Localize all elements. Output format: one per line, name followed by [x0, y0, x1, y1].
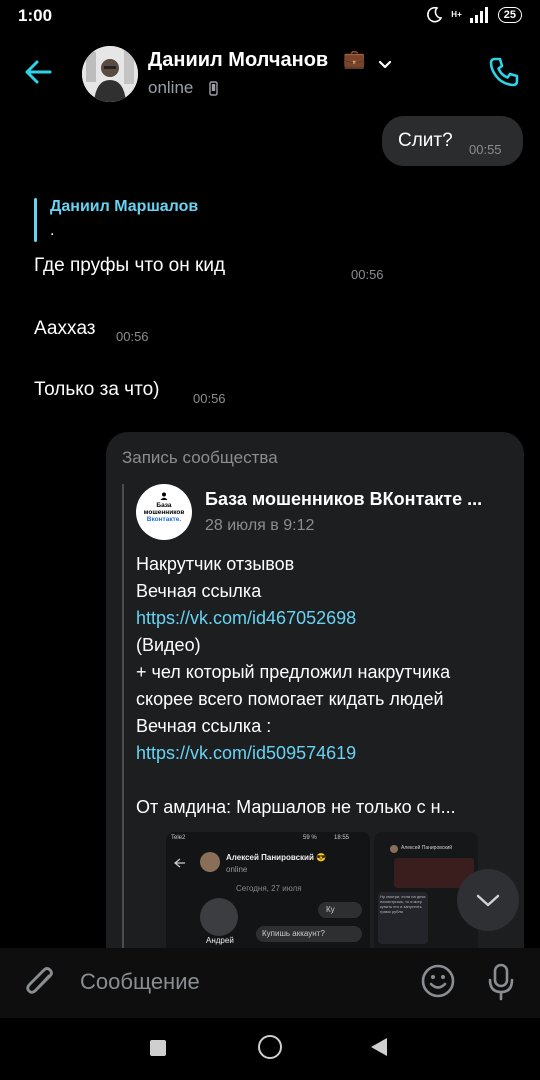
post-text-line: скорее всего помогает кидать людей	[136, 689, 444, 709]
shot-sender-name: Андрей	[206, 936, 234, 945]
reply-author[interactable]: Даниил Маршалов	[50, 198, 198, 216]
avatar[interactable]	[82, 46, 138, 102]
post-text-line: (Видео)	[136, 635, 201, 655]
outgoing-message-time: 00:55	[469, 142, 502, 157]
shot-sender-avatar	[200, 898, 238, 936]
outgoing-message-text: Слит?	[398, 130, 453, 151]
briefcase-emoji: 💼	[343, 49, 366, 69]
emoji-icon[interactable]	[420, 963, 456, 999]
incoming-message-text[interactable]: Аахxаз	[34, 318, 96, 340]
group-name[interactable]: База мошенников ВКонтакте ...	[205, 489, 482, 510]
shot-message: Ну смотри, если на днях посмотришь, то я…	[380, 894, 426, 914]
status-time: 1:00	[18, 6, 53, 25]
incoming-message-text[interactable]: Где пруфы что он кид	[34, 255, 225, 277]
back-triangle-icon[interactable]	[371, 1038, 387, 1056]
post-link[interactable]: https://vk.com/id467052698	[136, 608, 356, 629]
group-avatar-text: мошенников	[143, 509, 185, 516]
attached-screenshot[interactable]: Tele2 59 % 18:55 Алексей Панировский 😎 o…	[166, 832, 370, 962]
battery-level: 25	[497, 7, 522, 23]
post-link[interactable]: https://vk.com/id509574619	[136, 743, 356, 764]
post-text-line: От амдина: Маршалов не только с н...	[136, 797, 456, 817]
shot-contact-status: online	[226, 865, 248, 874]
shot-bubble	[318, 902, 362, 918]
shot-avatar	[390, 845, 398, 853]
post-text-line: Накрутчик отзывов	[136, 554, 295, 574]
shot-contact-name: Алексей Панировский	[401, 845, 453, 851]
status-bar: 1:00 H+ 25	[0, 0, 540, 34]
shot-avatar	[200, 852, 220, 872]
shot-battery: 59 %	[303, 835, 317, 841]
shot-carrier: Tele2	[171, 835, 186, 841]
post-text-line: + чел который предложил накрутчика	[136, 662, 451, 682]
chevron-down-icon	[476, 894, 500, 907]
microphone-icon[interactable]	[486, 962, 516, 1002]
back-arrow-icon[interactable]	[22, 56, 54, 88]
shot-back-icon	[174, 858, 185, 868]
mobile-phone-icon	[209, 81, 218, 96]
group-avatar[interactable]: База мошенников Вконтакте.	[136, 484, 192, 540]
contact-name[interactable]: Даниил Молчанов	[148, 49, 328, 72]
contact-status: online	[148, 78, 194, 97]
shot-date: Сегодня, 27 июля	[236, 884, 302, 893]
chevron-down-icon[interactable]	[376, 55, 394, 73]
scroll-down-button[interactable]	[457, 869, 519, 931]
home-circle-icon[interactable]	[258, 1035, 282, 1059]
incoming-message-time: 00:56	[116, 329, 149, 344]
shot-message: Купишь аккаунт?	[262, 929, 325, 938]
incoming-message-time: 00:56	[351, 267, 384, 282]
avatar-photo	[82, 46, 138, 102]
incoming-message-text[interactable]: Только за что)	[34, 379, 159, 401]
person-icon	[160, 492, 168, 500]
incoming-message-time: 00:56	[193, 391, 226, 406]
shot-clock: 18:55	[334, 835, 350, 841]
reply-quote-bar	[34, 198, 37, 242]
post-date: 28 июля в 9:12	[205, 517, 315, 534]
shot-message: Ку	[326, 905, 335, 914]
status-icons: H+ 25	[425, 6, 522, 24]
reply-quote-text: .	[50, 222, 55, 239]
group-avatar-text: База	[156, 502, 172, 509]
network-type: H+	[451, 10, 462, 19]
repost-divider	[122, 484, 124, 954]
shot-contact-name: Алексей Панировский 😎	[226, 853, 327, 862]
signal-icon	[469, 7, 488, 23]
repost-header: Запись сообщества	[122, 448, 278, 467]
post-text-line: Вечная ссылка	[136, 581, 262, 601]
message-input[interactable]: Сообщение	[80, 969, 200, 995]
call-icon[interactable]	[486, 54, 522, 90]
group-avatar-text: Вконтакте.	[146, 516, 182, 523]
moon-icon	[427, 6, 443, 23]
post-text-line: Вечная ссылка :	[136, 716, 272, 736]
recents-square-icon[interactable]	[150, 1040, 166, 1056]
attach-icon[interactable]	[22, 962, 58, 1002]
